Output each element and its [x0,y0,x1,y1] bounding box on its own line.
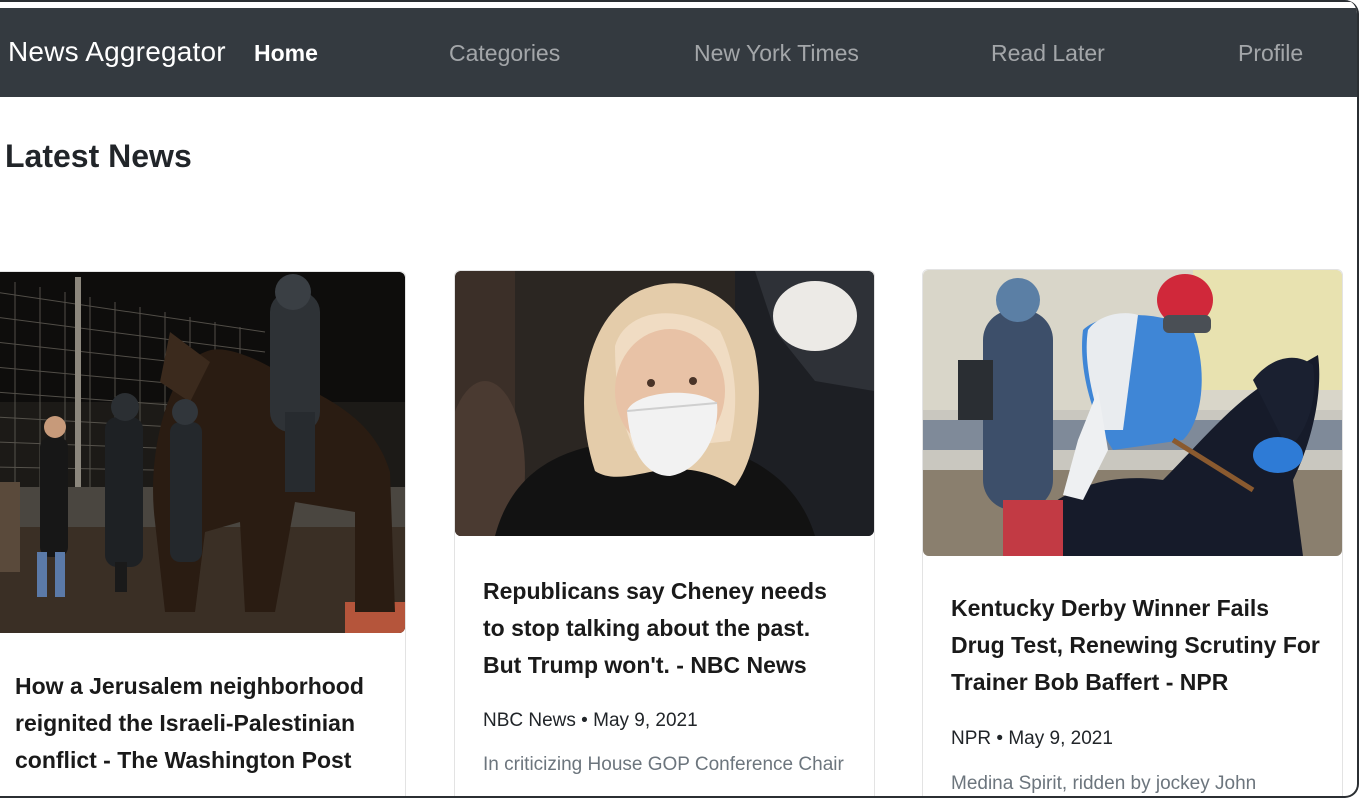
article-title[interactable]: Republicans say Cheney needs to stop tal… [483,573,853,684]
nav-new-york-times[interactable]: New York Times [694,40,859,67]
nav-read-later[interactable]: Read Later [991,40,1105,67]
article-meta: NBC News • May 9, 2021 [483,710,698,731]
article-meta: NPR • May 9, 2021 [951,728,1113,749]
nav-home[interactable]: Home [254,40,318,67]
page-title: Latest News [5,138,192,174]
article-title[interactable]: How a Jerusalem neighborhood reignited t… [15,668,385,779]
article-photo-icon[interactable] [455,271,874,536]
brand-logo[interactable]: News Aggregator [8,36,226,68]
navbar: News Aggregator Home Categories New York… [0,8,1357,97]
browser-viewport: News Aggregator Home Categories New York… [0,0,1359,798]
article-snippet: Medina Spirit, ridden by jockey John [951,773,1257,794]
article-title[interactable]: Kentucky Derby Winner Fails Drug Test, R… [951,590,1326,701]
article-photo-icon[interactable] [923,270,1342,556]
article-photo-icon[interactable] [0,272,405,633]
top-border [0,0,1357,2]
article-card-1[interactable]: How a Jerusalem neighborhood reignited t… [0,271,406,796]
article-card-2[interactable]: Republicans say Cheney needs to stop tal… [454,270,875,796]
article-card-3[interactable]: Kentucky Derby Winner Fails Drug Test, R… [922,269,1343,796]
nav-categories[interactable]: Categories [449,40,560,67]
article-snippet: In criticizing House GOP Conference Chai… [483,754,844,775]
nav-profile[interactable]: Profile [1238,40,1303,67]
